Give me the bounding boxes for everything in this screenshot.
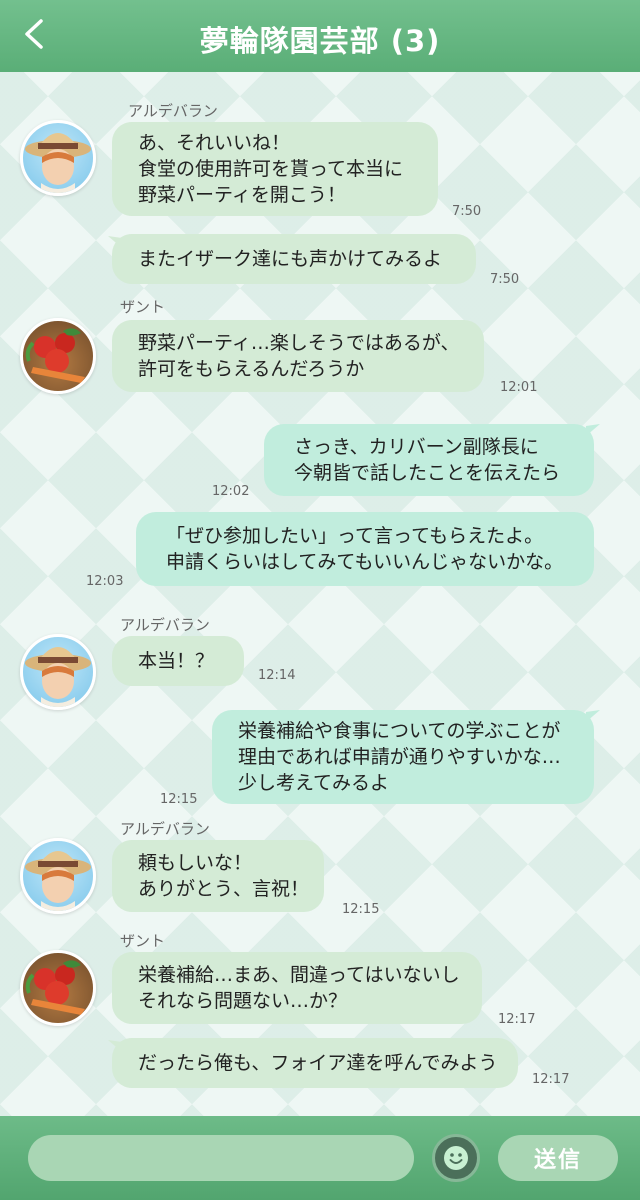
timestamp: 12:03 [86, 574, 124, 589]
message-line: ありがとう、言祝！ [138, 878, 310, 900]
message-bubble: 栄養補給や食事についての学ぶことが 理由であれば申請が通りやすいかな… 少し考え… [212, 710, 594, 804]
sender-name: アルデバラン [120, 616, 210, 634]
avatar-aldebaran[interactable] [20, 120, 96, 196]
avatar-aldebaran[interactable] [20, 838, 96, 914]
message-line: 頼もしいな！ [138, 852, 253, 874]
message-bubble: またイザーク達にも声かけてみるよ [112, 234, 476, 284]
zant-portrait [25, 960, 85, 1015]
aldebaran-portrait [25, 647, 91, 707]
message-line: あ、それいいね！ [138, 132, 291, 154]
message-line: さっき、カリバーン副隊長に [294, 436, 539, 458]
input-bar: 送信 [0, 1116, 640, 1200]
smile-icon [444, 1146, 468, 1170]
sender-name: アルデバラン [120, 820, 210, 838]
sender-name: アルデバラン [128, 102, 218, 120]
timestamp: 12:17 [498, 1012, 536, 1027]
message-bubble: 頼もしいな！ ありがとう、言祝！ [112, 840, 324, 912]
message-line: 栄養補給…まあ、間違ってはいないし [138, 964, 460, 986]
send-button[interactable]: 送信 [498, 1135, 618, 1181]
message-bubble: だったら俺も、フォイア達を呼んでみよう [112, 1038, 518, 1088]
emoji-button[interactable] [432, 1134, 480, 1182]
avatar-zant[interactable] [20, 318, 96, 394]
message-input[interactable] [28, 1135, 414, 1181]
message-bubble: 本当！？ [112, 636, 244, 686]
timestamp: 12:17 [532, 1072, 570, 1087]
avatar-aldebaran[interactable] [20, 634, 96, 710]
message-line: だったら俺も、フォイア達を呼んでみよう [138, 1052, 498, 1074]
message-line: 栄養補給や食事についての学ぶことが [238, 720, 561, 742]
timestamp: 12:01 [500, 380, 538, 395]
message-line: それなら問題ない…か？ [138, 990, 348, 1012]
sender-name: ザント [120, 298, 166, 316]
timestamp: 12:02 [212, 484, 250, 499]
message-line: 本当！？ [138, 650, 215, 672]
message-bubble: 「ぜひ参加したい」って言ってもらえたよ。 申請くらいはしてみてもいいんじゃないか… [136, 512, 594, 586]
message-bubble: さっき、カリバーン副隊長に 今朝皆で話したことを伝えたら [264, 424, 594, 496]
aldebaran-portrait [25, 851, 91, 911]
message-line: 食堂の使用許可を貰って本当に [138, 158, 404, 180]
avatar-zant[interactable] [20, 950, 96, 1026]
timestamp: 12:15 [342, 902, 380, 917]
chat-title: 夢輪隊園芸部 (3) [199, 24, 441, 58]
message-line: またイザーク達にも声かけてみるよ [138, 248, 443, 270]
timestamp: 7:50 [490, 272, 520, 287]
timestamp: 12:14 [258, 668, 296, 683]
message-bubble: 野菜パーティ…楽しそうではあるが、 許可をもらえるんだろうか [112, 320, 484, 392]
aldebaran-portrait [25, 133, 91, 193]
timestamp: 7:50 [452, 204, 482, 219]
message-bubble: 栄養補給…まあ、間違ってはいないし それなら問題ない…か？ [112, 952, 482, 1024]
message-line: 許可をもらえるんだろうか [138, 358, 365, 380]
message-line: 少し考えてみるよ [238, 772, 390, 794]
chat-header: 夢輪隊園芸部 (3) [0, 0, 640, 72]
message-line: 「ぜひ参加したい」って言ってもらえたよ。 [166, 525, 544, 547]
sender-name: ザント [120, 932, 166, 950]
zant-portrait [25, 328, 85, 383]
message-bubble: あ、それいいね！ 食堂の使用許可を貰って本当に 野菜パーティを開こう！ [112, 122, 438, 216]
message-line: 今朝皆で話したことを伝えたら [294, 462, 561, 484]
message-line: 野菜パーティ…楽しそうではあるが、 [138, 332, 460, 354]
message-line: 申請くらいはしてみてもいいんじゃないかな。 [166, 551, 564, 573]
message-line: 理由であれば申請が通りやすいかな… [238, 746, 561, 768]
message-line: 野菜パーティを開こう！ [138, 184, 346, 206]
timestamp: 12:15 [160, 792, 198, 807]
